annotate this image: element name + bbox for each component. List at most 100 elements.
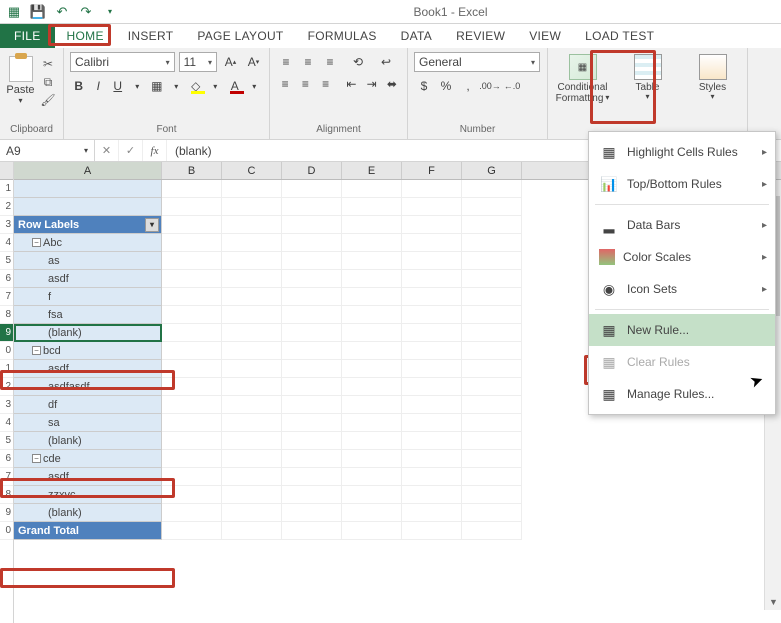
cell[interactable]: [402, 324, 462, 342]
wrap-text-icon[interactable]: ↩: [376, 52, 396, 72]
cell[interactable]: [342, 234, 402, 252]
cell[interactable]: [162, 450, 222, 468]
cell[interactable]: [402, 522, 462, 540]
cell[interactable]: [222, 522, 282, 540]
cell[interactable]: [342, 396, 402, 414]
cell[interactable]: [222, 342, 282, 360]
cell[interactable]: [282, 342, 342, 360]
cell[interactable]: [342, 468, 402, 486]
tab-insert[interactable]: INSERT: [116, 24, 186, 48]
cell-a[interactable]: df: [14, 396, 162, 414]
cell[interactable]: [462, 432, 522, 450]
row-header[interactable]: 6: [0, 270, 13, 288]
row-header[interactable]: 0: [0, 342, 13, 360]
cell-a[interactable]: sa: [14, 414, 162, 432]
cf-color-scales[interactable]: Color Scales: [589, 241, 775, 273]
row-header[interactable]: 0: [0, 522, 13, 540]
collapse-icon[interactable]: −: [32, 238, 41, 247]
cell-a[interactable]: −Abc: [14, 234, 162, 252]
cell-styles-button[interactable]: Styles▾: [684, 54, 741, 114]
cancel-formula-icon[interactable]: ✕: [95, 140, 119, 161]
cell[interactable]: [162, 324, 222, 342]
cell[interactable]: [222, 432, 282, 450]
row-header[interactable]: 5: [0, 432, 13, 450]
cell[interactable]: [282, 504, 342, 522]
cell-a[interactable]: −cde: [14, 450, 162, 468]
bold-button[interactable]: B: [70, 76, 88, 96]
cell[interactable]: [462, 234, 522, 252]
tab-pagelayout[interactable]: PAGE LAYOUT: [185, 24, 295, 48]
increase-decimal-icon[interactable]: .00→: [480, 76, 500, 96]
cell[interactable]: [462, 360, 522, 378]
tab-home[interactable]: HOME: [55, 24, 116, 48]
cell[interactable]: [402, 396, 462, 414]
enter-formula-icon[interactable]: ✓: [119, 140, 143, 161]
comma-icon[interactable]: ,: [458, 76, 478, 96]
redo-icon[interactable]: ↷: [76, 3, 96, 21]
cell[interactable]: [282, 288, 342, 306]
borders-button[interactable]: ▦: [148, 76, 166, 96]
cell[interactable]: [462, 252, 522, 270]
undo-icon[interactable]: ↶: [52, 3, 72, 21]
cf-top-bottom[interactable]: 📊Top/Bottom Rules: [589, 168, 775, 200]
align-right-icon[interactable]: ≡: [316, 74, 334, 94]
cell[interactable]: [402, 504, 462, 522]
cell[interactable]: [342, 252, 402, 270]
cell-a[interactable]: (blank): [14, 324, 162, 342]
cell[interactable]: [402, 216, 462, 234]
cell[interactable]: [342, 486, 402, 504]
cell[interactable]: [162, 522, 222, 540]
cell[interactable]: [222, 270, 282, 288]
align-middle-icon[interactable]: ≡: [298, 52, 318, 72]
cell[interactable]: [282, 252, 342, 270]
cell[interactable]: [402, 360, 462, 378]
row-header[interactable]: 3: [0, 396, 13, 414]
cell[interactable]: [462, 216, 522, 234]
italic-button[interactable]: I: [90, 76, 108, 96]
cell[interactable]: [462, 270, 522, 288]
font-size-combo[interactable]: 11▾: [179, 52, 217, 72]
tab-view[interactable]: VIEW: [517, 24, 573, 48]
row-header[interactable]: 3: [0, 216, 13, 234]
row-header[interactable]: 7: [0, 288, 13, 306]
cell[interactable]: [462, 288, 522, 306]
cell[interactable]: [222, 180, 282, 198]
cell[interactable]: [282, 360, 342, 378]
tab-review[interactable]: REVIEW: [444, 24, 517, 48]
cell[interactable]: [342, 306, 402, 324]
cell[interactable]: [462, 378, 522, 396]
cell[interactable]: [282, 234, 342, 252]
cell[interactable]: [222, 216, 282, 234]
cell[interactable]: [402, 288, 462, 306]
font-name-combo[interactable]: Calibri▾: [70, 52, 175, 72]
font-color-dropdown[interactable]: ▾: [246, 76, 264, 96]
cell[interactable]: [222, 234, 282, 252]
cell[interactable]: [162, 396, 222, 414]
cell[interactable]: [342, 198, 402, 216]
cell[interactable]: [162, 252, 222, 270]
cell[interactable]: [282, 180, 342, 198]
increase-indent-icon[interactable]: ⇥: [363, 74, 381, 94]
row-header[interactable]: 1: [0, 360, 13, 378]
row-header[interactable]: 2: [0, 378, 13, 396]
cell[interactable]: [402, 234, 462, 252]
cell[interactable]: [162, 180, 222, 198]
cell[interactable]: [402, 432, 462, 450]
column-header-G[interactable]: G: [462, 162, 522, 179]
cell[interactable]: [342, 270, 402, 288]
cell[interactable]: [282, 522, 342, 540]
column-header-F[interactable]: F: [402, 162, 462, 179]
cell[interactable]: [342, 378, 402, 396]
tab-file[interactable]: FILE: [0, 24, 55, 48]
cell[interactable]: [282, 450, 342, 468]
cell[interactable]: [402, 378, 462, 396]
row-header[interactable]: 9: [0, 504, 13, 522]
cell[interactable]: [222, 306, 282, 324]
cell-a[interactable]: asdf: [14, 468, 162, 486]
cell-a[interactable]: zzxvc: [14, 486, 162, 504]
cell[interactable]: [462, 306, 522, 324]
cell-a[interactable]: asdfasdf: [14, 378, 162, 396]
cell[interactable]: [222, 504, 282, 522]
decrease-indent-icon[interactable]: ⇤: [342, 74, 360, 94]
cell[interactable]: [222, 468, 282, 486]
